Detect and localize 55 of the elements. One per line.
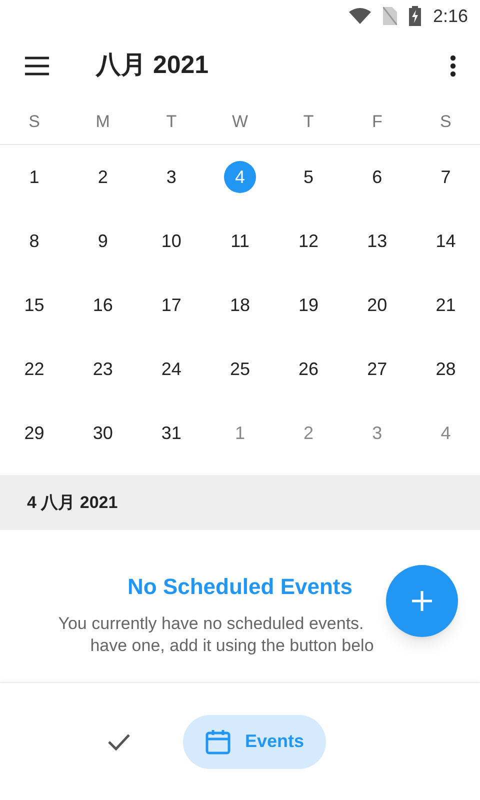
calendar-day[interactable]: 7 <box>430 161 462 193</box>
calendar-day[interactable]: 20 <box>361 289 394 321</box>
weekday-label: T <box>303 111 314 134</box>
weekday-label: S <box>440 111 452 134</box>
calendar-day[interactable]: 31 <box>155 417 188 449</box>
calendar-day[interactable]: 2 <box>292 417 325 449</box>
calendar-day[interactable]: 17 <box>155 289 188 321</box>
clock: 2:16 <box>432 4 468 28</box>
weekday-label: M <box>96 111 110 134</box>
calendar-day[interactable]: 19 <box>292 289 325 321</box>
calendar-icon <box>205 728 231 754</box>
battery-charging-icon <box>408 6 421 26</box>
weekday-label: T <box>166 111 177 134</box>
calendar-day[interactable]: 21 <box>430 289 462 321</box>
calendar-day[interactable]: 13 <box>361 225 394 257</box>
menu-icon[interactable] <box>24 56 50 76</box>
calendar-day[interactable]: 5 <box>292 161 325 193</box>
empty-state-message: have one, add it using the button belo <box>90 635 374 657</box>
calendar-day[interactable]: 26 <box>292 353 325 385</box>
calendar-day[interactable]: 15 <box>18 289 50 321</box>
no-sim-icon <box>382 7 397 25</box>
weekday-label: S <box>28 111 40 134</box>
calendar-day[interactable]: 1 <box>224 417 256 449</box>
check-icon <box>107 732 131 750</box>
calendar-day[interactable]: 22 <box>18 353 50 385</box>
calendar-day[interactable]: 11 <box>224 225 256 257</box>
calendar-day[interactable]: 6 <box>361 161 394 193</box>
calendar-day[interactable]: 12 <box>292 225 325 257</box>
calendar-day[interactable]: 2 <box>86 161 119 193</box>
calendar-day[interactable]: 1 <box>18 161 50 193</box>
empty-state-title: No Scheduled Events <box>128 573 352 601</box>
weekday-label: W <box>232 111 248 134</box>
empty-state-message: You currently have no scheduled events. <box>58 613 364 635</box>
calendar-day[interactable]: 3 <box>155 161 188 193</box>
wifi-icon <box>348 8 371 24</box>
calendar-day[interactable]: 8 <box>18 225 50 257</box>
calendar-day[interactable]: 24 <box>155 353 188 385</box>
calendar-day[interactable]: 3 <box>361 417 394 449</box>
calendar-day[interactable]: 28 <box>430 353 462 385</box>
calendar-day[interactable]: 16 <box>86 289 119 321</box>
calendar-day[interactable]: 23 <box>86 353 119 385</box>
calendar-day[interactable]: 25 <box>224 353 256 385</box>
calendar-day[interactable]: 29 <box>18 417 50 449</box>
plus-icon <box>412 591 432 611</box>
more-options-icon[interactable] <box>450 55 456 77</box>
toolbar-title: 八月 2021 <box>96 50 209 82</box>
calendar-day[interactable]: 30 <box>86 417 119 449</box>
date-header: 4 八月 2021 <box>0 475 480 530</box>
calendar-day[interactable]: 4 <box>430 417 462 449</box>
calendar-day[interactable]: 14 <box>430 225 462 257</box>
calendar-day[interactable]: 10 <box>155 225 188 257</box>
calendar-day[interactable]: 18 <box>224 289 256 321</box>
calendar-day[interactable]: 27 <box>361 353 394 385</box>
calendar-day[interactable]: 9 <box>86 225 119 257</box>
weekday-label: F <box>372 111 382 134</box>
